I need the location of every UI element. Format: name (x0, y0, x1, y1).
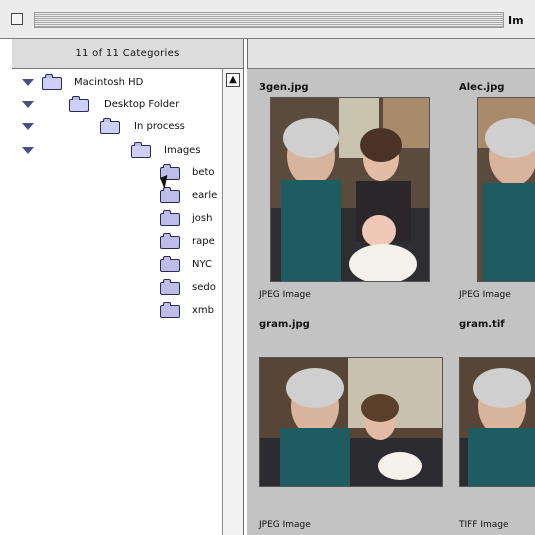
category-pane: 11 of 11 Categories Macintosh HD Desktop… (12, 39, 244, 535)
photo-gram-tif (460, 358, 535, 486)
tree-item-label: Macintosh HD (74, 77, 144, 88)
thumbnail-type: JPEG Image (459, 290, 511, 300)
disclosure-triangle-icon[interactable] (22, 101, 34, 108)
photo-gram-jpg (260, 358, 442, 486)
thumbnail-alec[interactable] (477, 97, 535, 282)
thumbnail-type: TIFF Image (459, 520, 509, 530)
thumbnail-header (247, 39, 535, 69)
photo-alec (478, 98, 535, 281)
title-stripes (34, 12, 504, 28)
tree-item-label: earle (192, 190, 218, 201)
thumbnail-pane: 3gen.jpg JPEG Image Alec.jpg JPEG Image … (247, 39, 535, 535)
thumbnail-gram-jpg[interactable] (259, 357, 443, 487)
disclosure-triangle-icon[interactable] (22, 123, 34, 130)
thumbnail-name: gram.jpg (259, 319, 310, 330)
folder-icon (160, 256, 180, 272)
folder-tree: Macintosh HD Desktop Folder In process I… (12, 69, 221, 535)
folder-icon (131, 142, 151, 158)
tree-scrollbar[interactable]: ▲ (222, 69, 243, 535)
category-count: 11 of 11 Categories (12, 39, 243, 69)
window-title: Im (508, 14, 524, 27)
tree-item-label: josh (192, 213, 213, 224)
folder-icon (100, 118, 120, 134)
folder-icon (160, 302, 180, 318)
disclosure-triangle-icon[interactable] (22, 147, 34, 154)
folder-icon (160, 233, 180, 249)
tree-item-label: beto (192, 167, 215, 178)
tree-item-label: xmb (192, 305, 215, 316)
folder-icon (160, 187, 180, 203)
thumbnail-name: gram.tif (459, 319, 505, 330)
close-box[interactable] (11, 13, 23, 25)
tree-item-label: sedo (192, 282, 216, 293)
tree-item-label: Desktop Folder (104, 99, 180, 110)
folder-icon (160, 210, 180, 226)
title-bar[interactable]: Im (0, 0, 535, 39)
thumbnail-gram-tif[interactable] (459, 357, 535, 487)
tree-item-label: rape (192, 236, 215, 247)
photo-3gen (271, 98, 429, 281)
folder-icon (69, 96, 89, 112)
tree-item-label: In process (134, 121, 185, 132)
folder-icon (42, 74, 62, 90)
thumbnail-name: Alec.jpg (459, 82, 505, 93)
browser-window: Im 11 of 11 Categories Macintosh HD Desk… (0, 0, 535, 535)
scroll-up-arrow-icon[interactable]: ▲ (226, 73, 240, 87)
thumbnail-3gen[interactable] (270, 97, 430, 282)
tree-item-label: NYC (192, 259, 213, 270)
thumbnail-name: 3gen.jpg (259, 82, 309, 93)
disclosure-triangle-icon[interactable] (22, 79, 34, 86)
folder-icon (160, 279, 180, 295)
thumbnail-type: JPEG Image (259, 520, 311, 530)
tree-item-label: Images (164, 145, 201, 156)
thumbnail-type: JPEG Image (259, 290, 311, 300)
